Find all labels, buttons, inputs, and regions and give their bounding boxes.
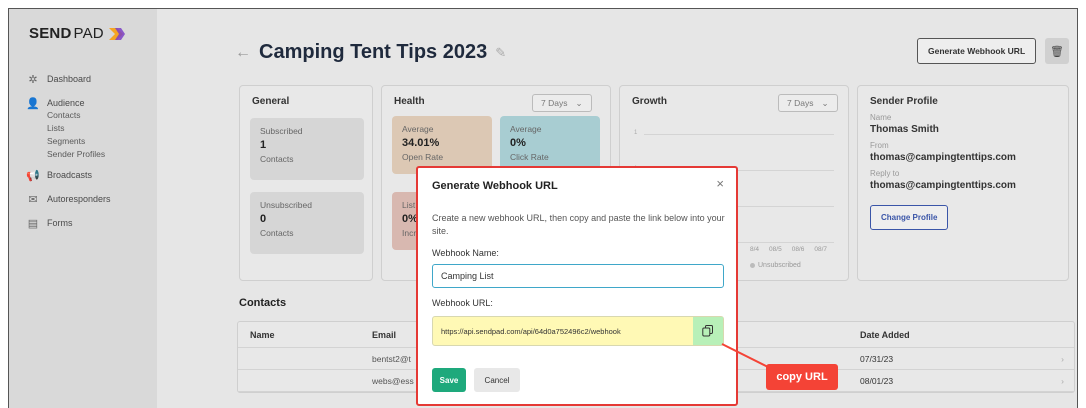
sidebar-item-forms[interactable]: ▤ Forms: [27, 211, 152, 235]
growth-range-value: 7 Days: [787, 98, 814, 108]
save-button[interactable]: Save: [432, 368, 466, 392]
broadcast-icon: 📢: [26, 169, 40, 182]
general-title: General: [252, 96, 290, 107]
subscribed-unit: Contacts: [260, 154, 294, 164]
close-icon[interactable]: ×: [716, 176, 724, 191]
column-header-date[interactable]: Date Added: [860, 330, 910, 340]
sidebar-item-dashboard[interactable]: ✲ Dashboard: [27, 67, 152, 91]
unsubscribed-unit: Contacts: [260, 228, 294, 238]
gridline: [644, 134, 834, 135]
legend-label: Unsubscribed: [758, 262, 801, 269]
webhook-modal: Generate Webhook URL × Create a new webh…: [416, 166, 738, 406]
column-header-name[interactable]: Name: [250, 330, 275, 340]
page-header: ← Camping Tent Tips 2023 ✎: [235, 41, 506, 64]
sender-reply-value: thomas@campingtenttips.com: [870, 180, 1016, 191]
page-title: Camping Tent Tips 2023: [259, 41, 488, 63]
sidebar-item-label: Forms: [47, 218, 73, 228]
x-tick: 8/4: [750, 246, 760, 253]
sender-profile-title: Sender Profile: [870, 96, 938, 107]
chevron-down-icon: ⌄: [575, 97, 583, 108]
sidebar-item-label: Dashboard: [47, 74, 92, 84]
chevron-right-icon[interactable]: ›: [1061, 354, 1064, 364]
chevron-down-icon: ⌄: [821, 97, 829, 108]
x-tick: 08/6: [791, 246, 805, 253]
sidebar-subitem-contacts[interactable]: Contacts: [27, 109, 152, 122]
sidebar-subitem-segments[interactable]: Segments: [27, 135, 152, 148]
sidebar-item-broadcasts[interactable]: 📢 Broadcasts: [26, 163, 152, 187]
open-rate-unit: Open Rate: [402, 152, 444, 162]
chevron-right-icon[interactable]: ›: [1061, 376, 1064, 386]
sidebar-item-label: Autoresponders: [47, 194, 111, 204]
x-tick: 08/5: [769, 246, 782, 253]
webhook-name-label: Webhook Name:: [432, 248, 499, 258]
modal-description: Create a new webhook URL, then copy and …: [432, 213, 725, 236]
row-date: 07/31/23: [860, 353, 894, 364]
subscribed-value: 1: [260, 139, 267, 151]
growth-y-tick: 1: [634, 130, 638, 136]
sidebar-subitem-sender-profiles[interactable]: Sender Profiles: [27, 148, 152, 161]
back-arrow-icon[interactable]: ←: [235, 44, 251, 62]
logo-text-bold: SEND: [29, 25, 72, 42]
legend-dot-icon: [750, 263, 755, 268]
webhook-url-label: Webhook URL:: [432, 298, 493, 308]
contacts-title: Contacts: [239, 297, 287, 309]
logo-text-light: PAD: [73, 25, 104, 42]
click-rate-unit: Click Rate: [510, 152, 549, 162]
unsubscribed-value: 0: [260, 213, 267, 225]
sender-name-label: Name: [870, 113, 892, 122]
sender-from-value: thomas@campingtenttips.com: [870, 152, 1016, 163]
copy-icon[interactable]: [693, 317, 723, 345]
logo-mark-icon: [108, 27, 125, 40]
row-email: webs@ess: [372, 375, 414, 386]
generate-webhook-button[interactable]: Generate Webhook URL: [917, 38, 1037, 64]
sidebar-item-autoresponders[interactable]: ✉ Autoresponders: [27, 187, 152, 211]
trash-icon[interactable]: 🗑: [1045, 38, 1069, 64]
webhook-name-input[interactable]: Camping List: [432, 264, 724, 288]
open-rate-value: 34.01%: [402, 137, 440, 149]
row-date: 08/01/23: [860, 375, 894, 386]
sidebar-subitem-lists[interactable]: Lists: [27, 122, 152, 135]
dashboard-icon: ✲: [28, 73, 38, 86]
growth-title: Growth: [632, 96, 667, 107]
subscribed-stat: Subscribed 1 Contacts: [250, 118, 364, 180]
sidebar-item-label: Audience: [47, 98, 85, 108]
health-title: Health: [394, 96, 425, 107]
click-rate-label: Average: [510, 124, 542, 134]
general-card: General Subscribed 1 Contacts Unsubscrib…: [239, 85, 373, 281]
click-rate-value: 0%: [510, 137, 526, 149]
sidebar-item-label: Broadcasts: [47, 170, 93, 180]
column-header-email[interactable]: Email: [372, 330, 396, 340]
growth-range-select[interactable]: 7 Days ⌄: [778, 94, 838, 112]
sender-name-value: Thomas Smith: [870, 124, 939, 135]
webhook-url-value: https://api.sendpad.com/api/64d0a752496c…: [441, 326, 621, 336]
sender-profile-card: Sender Profile Name Thomas Smith From th…: [857, 85, 1069, 281]
forms-icon: ▤: [27, 217, 39, 230]
row-email: bentst2@t: [372, 353, 411, 364]
copy-url-callout: copy URL: [766, 364, 838, 390]
unsubscribed-stat: Unsubscribed 0 Contacts: [250, 192, 364, 254]
modal-title: Generate Webhook URL: [432, 180, 558, 192]
health-range-select[interactable]: 7 Days ⌄: [532, 94, 592, 112]
sender-reply-label: Reply to: [870, 169, 900, 178]
sidebar-nav: ✲ Dashboard 👤 Audience Contacts Lists Se…: [26, 67, 152, 235]
subscribed-label: Subscribed: [260, 126, 303, 136]
growth-x-ticks: 8/4 08/5 08/6 08/7: [750, 246, 827, 253]
edit-pencil-icon[interactable]: ✎: [495, 45, 506, 61]
unsubscribed-label: Unsubscribed: [260, 200, 312, 210]
open-rate-label: Average: [402, 124, 434, 134]
cancel-button[interactable]: Cancel: [474, 368, 520, 392]
x-tick: 08/7: [814, 246, 828, 253]
change-profile-button[interactable]: Change Profile: [870, 205, 949, 230]
webhook-url-field[interactable]: https://api.sendpad.com/api/64d0a752496c…: [432, 316, 724, 346]
sidebar: SEND PAD ✲ Dashboard 👤 Audience Contacts …: [9, 9, 157, 408]
logo: SEND PAD: [29, 25, 125, 42]
health-range-value: 7 Days: [541, 98, 568, 108]
growth-legend: Unsubscribed: [750, 262, 801, 269]
sender-from-label: From: [870, 141, 889, 150]
autoresponder-icon: ✉: [28, 193, 38, 206]
audience-icon: 👤: [26, 97, 40, 110]
